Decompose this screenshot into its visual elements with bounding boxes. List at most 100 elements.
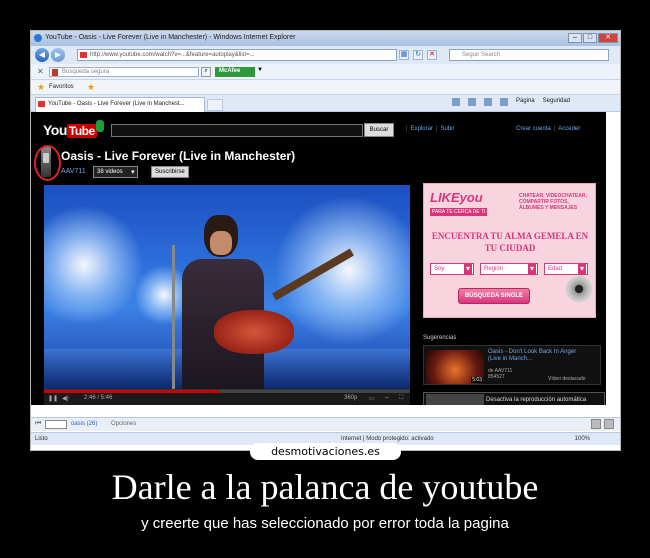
videos-dropdown[interactable]: 38 videos <box>93 166 138 178</box>
microphone-icon <box>96 120 104 132</box>
ad-banner[interactable]: LIKEyou PARA TE CERCA DE TI CHATEAR, VID… <box>423 183 596 318</box>
tab-title: YouTube - Oasis - Live Forever (Live in … <box>48 101 185 107</box>
close-button[interactable]: ✕ <box>598 33 618 43</box>
progress-bar[interactable] <box>44 390 410 393</box>
ad-tagline: PARA TE CERCA DE TI <box>430 208 488 216</box>
screenshot-frame: YouTube - Oasis - Live Forever (Live in … <box>30 30 621 451</box>
zoom-level[interactable]: 100% <box>575 436 590 442</box>
new-tab-button[interactable] <box>207 99 223 111</box>
home-icon[interactable] <box>451 98 460 106</box>
stop-icon[interactable]: ✕ <box>427 50 437 60</box>
ad-select-soy[interactable]: Soy <box>430 263 474 275</box>
autoplay-label[interactable]: Desactiva la reproducción automática <box>486 397 586 403</box>
volume-icon[interactable]: ◀) <box>62 395 69 402</box>
forward-button[interactable]: ▶ <box>51 48 65 62</box>
options-menu[interactable]: Opciones <box>111 421 136 427</box>
stage-light <box>44 205 144 325</box>
suggestion-title[interactable]: Oasis - Don't Look Back In Anger (Live i… <box>488 349 578 363</box>
minimize-button[interactable]: – <box>568 33 582 43</box>
youtube-page: You Tube Buscar | Explorar | Subir Crear cue… <box>31 112 606 405</box>
ad-brand: LIKEyou <box>430 190 483 205</box>
youtube-favicon-icon <box>38 101 45 107</box>
collapse-icon[interactable] <box>604 419 614 429</box>
youtube-search-button[interactable]: Buscar <box>364 123 394 137</box>
ad-select-edad[interactable]: Edad <box>544 263 588 275</box>
pause-icon[interactable]: ❚❚ <box>48 395 58 402</box>
browser-search-input[interactable]: Seguir Search <box>449 49 609 61</box>
playlist-bar: ⏮ oasis (26) Opciones <box>31 417 620 431</box>
browser-search-placeholder: Seguir Search <box>462 52 501 58</box>
youtube-nav: | Explorar | Subir <box>406 126 455 132</box>
progress-fill <box>44 390 220 393</box>
ad-headline: ENCUENTRA TU ALMA GEMELA EN TU CIUDAD <box>431 231 589 253</box>
safe-search-input[interactable]: Búsqueda segura <box>49 67 199 77</box>
mail-icon[interactable] <box>483 98 492 106</box>
create-account-link[interactable]: Crear cuenta <box>516 126 551 132</box>
window-controls: – □ ✕ <box>568 33 618 43</box>
favorites-bar: ★ Favoritos ★ <box>31 80 620 95</box>
prev-icon[interactable]: ⏮ <box>35 420 41 428</box>
safe-search-placeholder: Búsqueda segura <box>62 69 110 75</box>
feeds-icon[interactable] <box>467 98 476 106</box>
favorites-label[interactable]: Favoritos <box>49 84 74 90</box>
security-zone: Internet | Modo protegido: activado <box>341 436 434 442</box>
add-favorite-icon[interactable]: ★ <box>87 82 95 93</box>
safety-menu[interactable]: Seguridad <box>543 98 570 106</box>
suggestion-duration: 5:03 <box>471 377 483 383</box>
tab-youtube[interactable]: YouTube - Oasis - Live Forever (Live in … <box>35 97 205 112</box>
youtube-favicon-icon <box>80 52 87 58</box>
refresh-icon[interactable]: ↻ <box>413 50 423 60</box>
ad-side-text: CHATEAR, VIDEOCHATEAR, COMPARTIR FOTOS, … <box>519 193 587 211</box>
video-player[interactable] <box>44 185 410 389</box>
webcam-icon <box>566 276 592 302</box>
upload-link[interactable]: Subir <box>440 126 454 132</box>
guitar <box>214 310 294 354</box>
popout-icon[interactable]: ▭ <box>369 395 375 402</box>
channel-link[interactable]: AAV711 <box>61 168 86 175</box>
print-icon[interactable] <box>499 98 508 106</box>
performer <box>174 215 264 389</box>
sign-in-link[interactable]: Acceder <box>558 126 580 132</box>
logo-you: You <box>43 122 67 138</box>
mcafee-button[interactable]: McAfee <box>215 67 255 77</box>
address-input[interactable]: http://www.youtube.com/watch?v=...&featu… <box>77 49 397 61</box>
command-bar: Página Seguridad <box>451 98 570 106</box>
ad-search-button[interactable]: BÚSQUEDA SINGLE <box>458 288 530 304</box>
autoplay-bar[interactable]: Desactiva la reproducción automática <box>423 392 605 405</box>
quality-icon[interactable]: 360p <box>344 395 357 401</box>
ad-select-region[interactable]: Región <box>480 263 538 275</box>
safe-search-go-icon[interactable]: ⌕ <box>201 67 211 77</box>
explore-link[interactable]: Explorar <box>411 126 433 132</box>
maximize-button[interactable]: □ <box>583 33 597 43</box>
autoplay-thumbnail <box>426 394 484 405</box>
poster-title: Darle a la palanca de youtube <box>111 467 539 507</box>
next-icon[interactable] <box>45 420 67 429</box>
suggestions-title: Sugerencias <box>423 335 457 341</box>
page-menu[interactable]: Página <box>516 98 535 106</box>
subscribe-button[interactable]: Suscribirse <box>151 166 189 178</box>
player-controls: ❚❚ ◀) 2:46 / 5:46 360p ▭ ⇔ ⛶ <box>44 389 410 405</box>
stage-light <box>274 195 410 345</box>
address-bar-row: ◀ ▶ http://www.youtube.com/watch?v=...&f… <box>31 46 620 64</box>
featured-badge: Vídeo destacado <box>548 376 586 382</box>
expand-icon[interactable]: ⇔ <box>384 395 390 401</box>
site-logo: desmotivaciones.es <box>250 443 401 460</box>
compat-view-icon[interactable]: ▦ <box>399 50 409 60</box>
toolbar-close-icon[interactable]: ✕ <box>37 67 44 76</box>
poster-subtitle: y creerte que has seleccionado por error… <box>141 515 509 532</box>
url-text: http://www.youtube.com/watch?v=...&featu… <box>90 52 255 58</box>
youtube-search-input[interactable] <box>111 124 363 137</box>
tab-bar: YouTube - Oasis - Live Forever (Live in … <box>31 95 620 112</box>
address-actions: ▦ ↻ ✕ <box>399 50 437 60</box>
chevron-down-icon[interactable]: ▼ <box>257 67 263 73</box>
account-links: Crear cuenta | Acceder <box>516 126 581 132</box>
playlist-link[interactable]: oasis (26) <box>71 421 97 427</box>
back-button[interactable]: ◀ <box>35 48 49 62</box>
suggestion-item[interactable]: 5:03 Oasis - Don't Look Back In Anger (L… <box>423 345 601 385</box>
favorites-star-icon[interactable]: ★ <box>37 82 45 93</box>
shuffle-icon[interactable] <box>591 419 601 429</box>
youtube-logo[interactable]: You Tube <box>43 122 97 138</box>
fullscreen-icon[interactable]: ⛶ <box>399 395 403 402</box>
suggestion-thumbnail[interactable]: 5:03 <box>426 350 484 384</box>
suggestion-user: de AAV711 854527 <box>488 368 513 380</box>
